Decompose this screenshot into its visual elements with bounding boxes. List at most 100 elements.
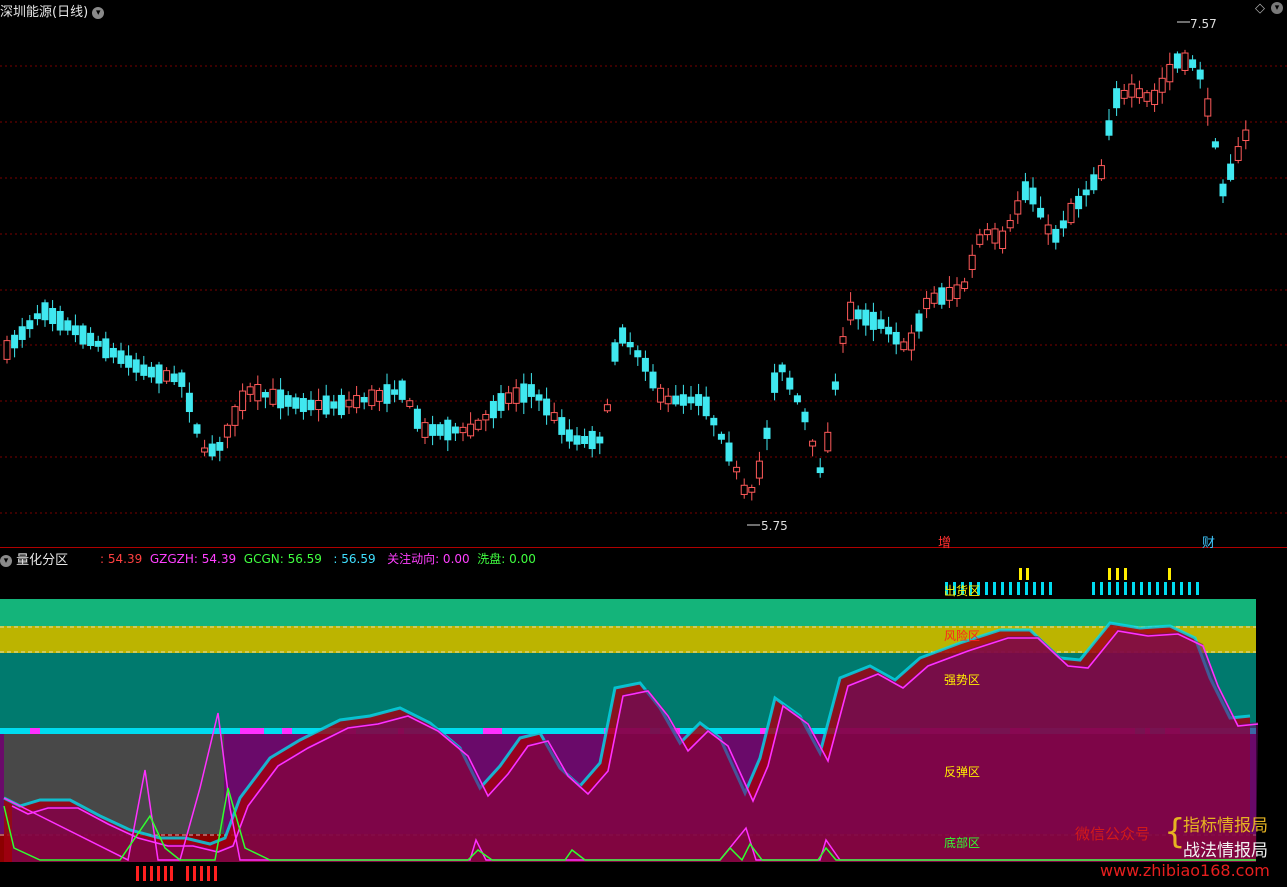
indicator-panel[interactable]: ▾ 量化分区 : 54.39 GZGZH: 54.39 GCGN: 56.59 … bbox=[0, 548, 1287, 887]
candle-body bbox=[535, 394, 543, 401]
candle-body bbox=[269, 388, 277, 405]
candle-body bbox=[71, 325, 79, 336]
candle-body bbox=[854, 309, 862, 320]
candle-body bbox=[223, 424, 231, 438]
candle-body bbox=[786, 377, 794, 390]
signal-tick-red bbox=[136, 866, 139, 881]
top-zone-band bbox=[0, 599, 1256, 626]
candle-body bbox=[930, 292, 938, 304]
candlestick-chart[interactable] bbox=[0, 0, 1287, 548]
candle-body bbox=[246, 386, 254, 395]
candle-body bbox=[968, 254, 976, 270]
candle-body bbox=[657, 387, 665, 403]
candle-body bbox=[87, 332, 95, 347]
signal-tick-red bbox=[200, 866, 203, 881]
candle-body bbox=[573, 435, 581, 445]
candle-body bbox=[18, 326, 26, 340]
candle-body bbox=[208, 443, 216, 457]
candle-body bbox=[436, 424, 444, 436]
candle-body bbox=[1097, 165, 1105, 180]
candle-body bbox=[664, 395, 672, 405]
candle-body bbox=[862, 309, 870, 326]
candle-body bbox=[383, 384, 391, 404]
candle-body bbox=[147, 366, 155, 378]
candle-body bbox=[976, 234, 984, 245]
candle-body bbox=[945, 286, 953, 301]
candle-body bbox=[337, 394, 345, 416]
candle-body bbox=[687, 396, 695, 404]
candle-body bbox=[231, 406, 239, 426]
candle-body bbox=[429, 424, 437, 436]
candle-body bbox=[56, 310, 64, 331]
candle-body bbox=[938, 287, 946, 305]
candle-body bbox=[1227, 163, 1235, 180]
signal-tick-cyan bbox=[1188, 582, 1191, 595]
midline-magenta-segment bbox=[483, 728, 502, 734]
signal-tick-cyan bbox=[1049, 582, 1052, 595]
candle-body bbox=[725, 442, 733, 462]
candle-body bbox=[603, 404, 611, 412]
signal-tick-cyan bbox=[1025, 582, 1028, 595]
candle-body bbox=[79, 325, 87, 345]
candle-body bbox=[125, 355, 133, 368]
candle-body bbox=[1204, 98, 1212, 117]
candle-body bbox=[649, 371, 657, 389]
candle-body bbox=[1242, 129, 1250, 142]
candle-body bbox=[885, 326, 893, 335]
candle-body bbox=[391, 389, 399, 395]
diamond-icon[interactable]: ◇ bbox=[1255, 1, 1265, 16]
chevron-down-icon[interactable]: ▾ bbox=[92, 6, 105, 19]
signal-tick-yellow bbox=[1108, 568, 1111, 580]
candle-body bbox=[307, 399, 315, 411]
candle-body bbox=[847, 301, 855, 321]
zone-label-risk: 风险区 bbox=[944, 629, 981, 643]
signal-tick-cyan bbox=[1041, 582, 1044, 595]
signal-tick-cyan bbox=[1132, 582, 1135, 595]
signal-tick-cyan bbox=[1017, 582, 1020, 595]
candle-body bbox=[869, 311, 877, 330]
candle-body bbox=[1113, 88, 1121, 109]
candle-body bbox=[368, 389, 376, 407]
candle-body bbox=[1189, 59, 1197, 68]
signal-tick-cyan bbox=[1100, 582, 1103, 595]
zone-label-chuhuo: 出货区 bbox=[944, 584, 981, 598]
candle-body bbox=[1120, 89, 1128, 99]
signal-tick-yellow bbox=[1168, 568, 1171, 580]
candle-body bbox=[831, 381, 839, 390]
candle-body bbox=[299, 398, 307, 412]
candle-body bbox=[193, 424, 201, 434]
candle-body bbox=[733, 466, 741, 473]
candle-body bbox=[755, 460, 763, 479]
candle-body bbox=[1135, 88, 1143, 99]
candle-body bbox=[763, 427, 771, 439]
candle-body bbox=[672, 395, 680, 405]
candle-body bbox=[284, 395, 292, 407]
signal-tick-red bbox=[207, 866, 210, 881]
signal-tick-yellow bbox=[1124, 568, 1127, 580]
candle-body bbox=[983, 229, 991, 236]
watermark-line3: 战法情报局 bbox=[1183, 841, 1268, 861]
candle-body bbox=[588, 430, 596, 450]
signal-tick-cyan bbox=[1092, 582, 1095, 595]
signal-tick-cyan bbox=[1156, 582, 1159, 595]
candle-body bbox=[444, 419, 452, 441]
watermark-line2: 指标情报局 bbox=[1183, 816, 1268, 836]
candle-body bbox=[999, 230, 1007, 250]
candle-body bbox=[801, 411, 809, 423]
candle-body bbox=[1090, 174, 1098, 191]
candle-body bbox=[163, 370, 171, 382]
price-gridlines bbox=[0, 65, 1287, 514]
candle-body bbox=[771, 372, 779, 393]
risk-zone-band bbox=[0, 626, 1256, 653]
signal-tick-red bbox=[164, 866, 167, 881]
zone-label-rebound: 反弹区 bbox=[944, 765, 981, 779]
candle-body bbox=[907, 332, 915, 351]
candle-body bbox=[778, 364, 786, 373]
candle-body bbox=[961, 281, 969, 289]
candle-body bbox=[877, 319, 885, 329]
signal-tick-red bbox=[150, 866, 153, 881]
candle-body bbox=[1158, 77, 1166, 93]
candlestick-panel[interactable]: 深圳能源(日线) ▾ ◇ ▾ 7.57 5.75 增 财 bbox=[0, 0, 1287, 551]
candle-body bbox=[170, 373, 178, 383]
menu-toggle-icon[interactable]: ▾ bbox=[1271, 0, 1283, 14]
